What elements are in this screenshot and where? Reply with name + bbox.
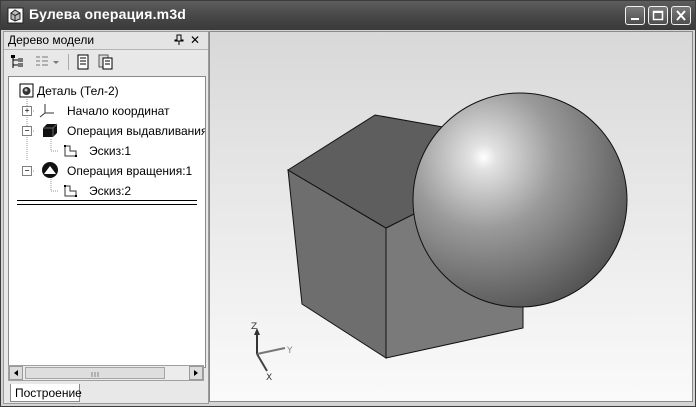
model-tree: Деталь (Тел-2) + Начало координат − Опер… [8, 76, 206, 368]
expand-icon[interactable]: + [22, 106, 32, 116]
panel-title: Дерево модели [8, 33, 95, 47]
document-icon[interactable] [76, 54, 90, 70]
axes-icon [39, 104, 54, 118]
title-bar[interactable]: Булева операция.m3d [1, 1, 695, 30]
tree-item-part[interactable]: Деталь (Тел-2) [37, 84, 119, 98]
minimize-button[interactable] [625, 6, 645, 25]
sketch-icon [64, 145, 77, 157]
tree-item-extrude[interactable]: Операция выдавливания:1 [67, 124, 205, 138]
close-icon [676, 10, 686, 21]
collapse-icon[interactable]: − [22, 126, 32, 136]
tree-item-origin[interactable]: Начало координат [67, 104, 170, 118]
collapse-icon[interactable]: − [22, 166, 32, 176]
tree-item-sketch-1[interactable]: Эскиз:1 [89, 144, 131, 158]
properties-icon[interactable] [98, 54, 114, 70]
horizontal-scrollbar[interactable] [8, 365, 204, 381]
filter-icon[interactable] [34, 54, 60, 70]
panel-toolbar [4, 50, 208, 74]
axes-triad-icon: Z Y X [251, 322, 293, 383]
panel-header: Дерево модели ✕ [4, 32, 208, 50]
close-button[interactable] [671, 6, 691, 25]
scrollbar-thumb[interactable] [25, 367, 165, 379]
model-tree-panel: Дерево модели ✕ Деталь (Тел-2) + Начало … [3, 31, 209, 404]
maximize-icon [652, 10, 664, 21]
tree-end-marker[interactable] [17, 200, 197, 205]
app-icon [7, 7, 24, 24]
pin-icon[interactable] [174, 34, 184, 46]
axis-x-label: X [266, 373, 272, 383]
window-title: Булева операция.m3d [29, 6, 187, 22]
tree-item-sketch-2[interactable]: Эскиз:2 [89, 184, 131, 198]
sphere [412, 92, 628, 308]
sketch-icon [64, 185, 77, 197]
3d-viewport[interactable]: Z Y X [209, 31, 693, 402]
scroll-right-arrow-icon[interactable] [189, 366, 203, 380]
model-scene: Z Y X [251, 92, 628, 383]
revolve-icon [42, 162, 58, 178]
tab-construction[interactable]: Построение [10, 384, 82, 402]
scroll-left-arrow-icon[interactable] [9, 366, 23, 380]
app-window: Булева операция.m3d Дерево модели ✕ Дета… [0, 0, 696, 407]
part-icon [19, 83, 34, 98]
tree-item-revolve[interactable]: Операция вращения:1 [67, 164, 192, 178]
tab-label: Построение [15, 386, 82, 400]
axis-y-label: Y [286, 346, 293, 356]
minimize-icon [631, 18, 639, 20]
maximize-button[interactable] [648, 6, 668, 25]
panel-close-icon[interactable]: ✕ [190, 33, 200, 47]
tree-view-icon[interactable] [10, 54, 26, 70]
extrude-icon [43, 123, 58, 137]
axis-z-label: Z [251, 322, 257, 332]
